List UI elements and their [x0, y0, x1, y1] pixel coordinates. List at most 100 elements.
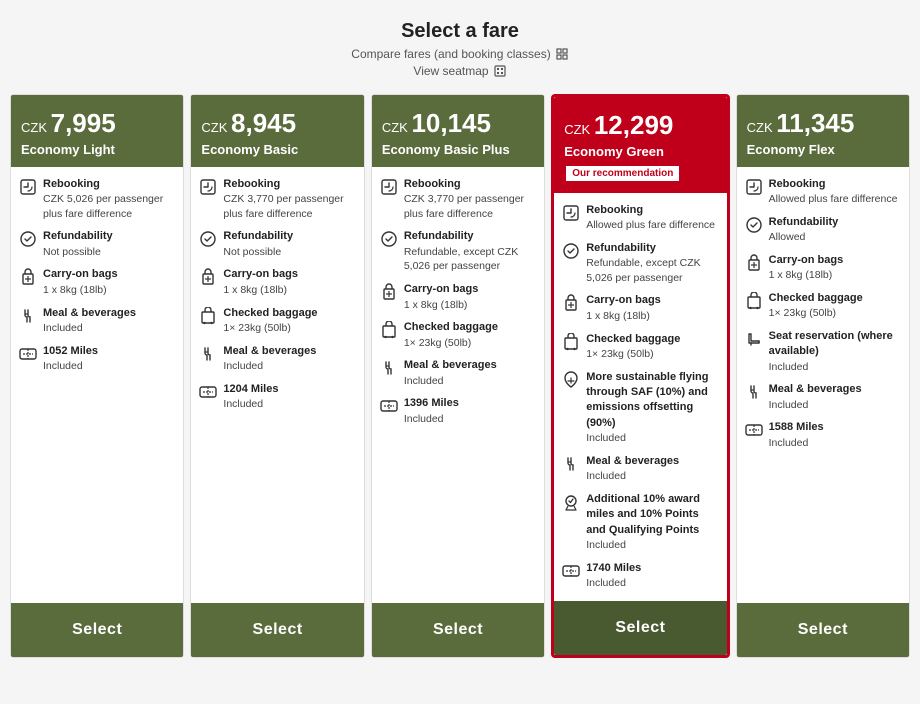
meal-icon [199, 345, 217, 363]
feature-detail: Included [404, 412, 459, 427]
feature-item: Carry-on bags1 x 8kg (18lb) [745, 253, 901, 283]
feature-text: RefundabilityNot possible [43, 229, 113, 259]
feature-text: Checked baggage1× 23kg (50lb) [223, 306, 317, 336]
fare-features: RebookingAllowed plus fare difference Ref… [737, 167, 909, 603]
miles-icon [199, 383, 217, 401]
feature-text: 1204 MilesIncluded [223, 382, 278, 412]
feature-title: Carry-on bags [586, 293, 661, 308]
feature-item: RebookingCZK 3,770 per passenger plus fa… [199, 177, 355, 222]
feature-item: RebookingCZK 5,026 per passenger plus fa… [19, 177, 175, 222]
select-button-economy-flex[interactable]: Select [737, 603, 909, 657]
feature-item: More sustainable flying through SAF (10%… [562, 370, 718, 446]
select-button-economy-light[interactable]: Select [11, 603, 183, 657]
refundability-icon [745, 216, 763, 234]
feature-detail: 1× 23kg (50lb) [223, 321, 317, 336]
select-button-economy-basic[interactable]: Select [191, 603, 363, 657]
fare-name: Economy Green [564, 144, 716, 159]
miles-icon [380, 397, 398, 415]
feature-item: 1740 MilesIncluded [562, 561, 718, 591]
feature-detail: 1 x 8kg (18lb) [43, 283, 118, 298]
feature-title: Rebooking [223, 177, 355, 192]
feature-text: Carry-on bags1 x 8kg (18lb) [43, 267, 118, 297]
page-header: Select a fare Compare fares (and booking… [351, 20, 568, 78]
feature-text: RefundabilityRefundable, except CZK 5,02… [586, 241, 718, 286]
feature-title: Refundability [586, 241, 718, 256]
feature-detail: Allowed plus fare difference [586, 218, 715, 233]
feature-item: RebookingAllowed plus fare difference [562, 203, 718, 233]
feature-detail: 1× 23kg (50lb) [404, 336, 498, 351]
feature-text: RefundabilityNot possible [223, 229, 293, 259]
feature-item: RefundabilityNot possible [199, 229, 355, 259]
feature-detail: CZK 5,026 per passenger plus fare differ… [43, 192, 175, 221]
refundability-icon [380, 230, 398, 248]
select-button-economy-basic-plus[interactable]: Select [372, 603, 544, 657]
page-title: Select a fare [351, 20, 568, 43]
eco-icon [562, 371, 580, 389]
fare-name: Economy Light [21, 142, 173, 157]
fare-header-economy-flex: CZK 11,345Economy Flex [737, 95, 909, 167]
feature-item: RefundabilityAllowed [745, 215, 901, 245]
feature-title: Refundability [404, 229, 536, 244]
feature-detail: Included [769, 398, 862, 413]
feature-text: RebookingAllowed plus fare difference [586, 203, 715, 233]
feature-item: 1396 MilesIncluded [380, 396, 536, 426]
fare-price: 11,345 [776, 108, 854, 138]
refundability-icon [19, 230, 37, 248]
fare-currency: CZK [382, 120, 412, 135]
feature-detail: Allowed plus fare difference [769, 192, 898, 207]
feature-item: Checked baggage1× 23kg (50lb) [562, 332, 718, 362]
carry-on-icon [19, 268, 37, 286]
meal-icon [745, 383, 763, 401]
feature-detail: 1 x 8kg (18lb) [586, 309, 661, 324]
feature-item: Checked baggage1× 23kg (50lb) [380, 320, 536, 350]
feature-text: Carry-on bags1 x 8kg (18lb) [586, 293, 661, 323]
select-button-economy-green[interactable]: Select [554, 601, 726, 655]
feature-title: Carry-on bags [404, 282, 479, 297]
feature-title: 1740 Miles [586, 561, 641, 576]
feature-item: 1052 MilesIncluded [19, 344, 175, 374]
feature-title: Rebooking [43, 177, 175, 192]
fare-price: 12,299 [594, 110, 674, 140]
recommendation-badge: Our recommendation [564, 164, 681, 183]
feature-item: RefundabilityRefundable, except CZK 5,02… [562, 241, 718, 286]
feature-detail: Not possible [43, 245, 113, 260]
feature-title: More sustainable flying through SAF (10%… [586, 370, 718, 432]
feature-detail: 1× 23kg (50lb) [586, 347, 680, 362]
meal-icon [562, 455, 580, 473]
feature-item: Meal & beveragesIncluded [19, 306, 175, 336]
feature-item: RebookingAllowed plus fare difference [745, 177, 901, 207]
feature-title: Meal & beverages [404, 358, 497, 373]
feature-title: Refundability [769, 215, 839, 230]
seat-icon [745, 330, 763, 348]
feature-text: Additional 10% award miles and 10% Point… [586, 492, 718, 553]
feature-text: Carry-on bags1 x 8kg (18lb) [404, 282, 479, 312]
baggage-icon [562, 333, 580, 351]
feature-text: 1588 MilesIncluded [769, 420, 824, 450]
feature-item: Carry-on bags1 x 8kg (18lb) [562, 293, 718, 323]
fare-card-economy-green: CZK 12,299 Economy Green Our recommendatio… [551, 94, 729, 658]
fare-features: RebookingAllowed plus fare difference Ref… [554, 193, 726, 601]
rebooking-icon [562, 204, 580, 222]
feature-text: Checked baggage1× 23kg (50lb) [404, 320, 498, 350]
fare-price: 7,995 [51, 108, 116, 138]
feature-item: Meal & beveragesIncluded [380, 358, 536, 388]
fare-currency: CZK [564, 122, 594, 137]
carry-on-icon [380, 283, 398, 301]
fare-card-economy-basic-plus: CZK 10,145Economy Basic PlusRebookingCZK… [371, 94, 545, 658]
fare-features: RebookingCZK 5,026 per passenger plus fa… [11, 167, 183, 603]
meal-icon [19, 307, 37, 325]
feature-item: 1588 MilesIncluded [745, 420, 901, 450]
feature-item: RefundabilityNot possible [19, 229, 175, 259]
fare-features: RebookingCZK 3,770 per passenger plus fa… [191, 167, 363, 603]
feature-text: Seat reservation (where available)Includ… [769, 329, 901, 374]
feature-title: 1396 Miles [404, 396, 459, 411]
feature-text: Meal & beveragesIncluded [769, 382, 862, 412]
baggage-icon [380, 321, 398, 339]
feature-item: Seat reservation (where available)Includ… [745, 329, 901, 374]
feature-detail: Included [43, 321, 136, 336]
fare-card-economy-basic: CZK 8,945Economy BasicRebookingCZK 3,770… [190, 94, 364, 658]
feature-detail: Included [223, 359, 316, 374]
feature-text: Carry-on bags1 x 8kg (18lb) [223, 267, 298, 297]
feature-detail: Included [404, 374, 497, 389]
seatmap-link[interactable]: View seatmap [351, 64, 568, 78]
